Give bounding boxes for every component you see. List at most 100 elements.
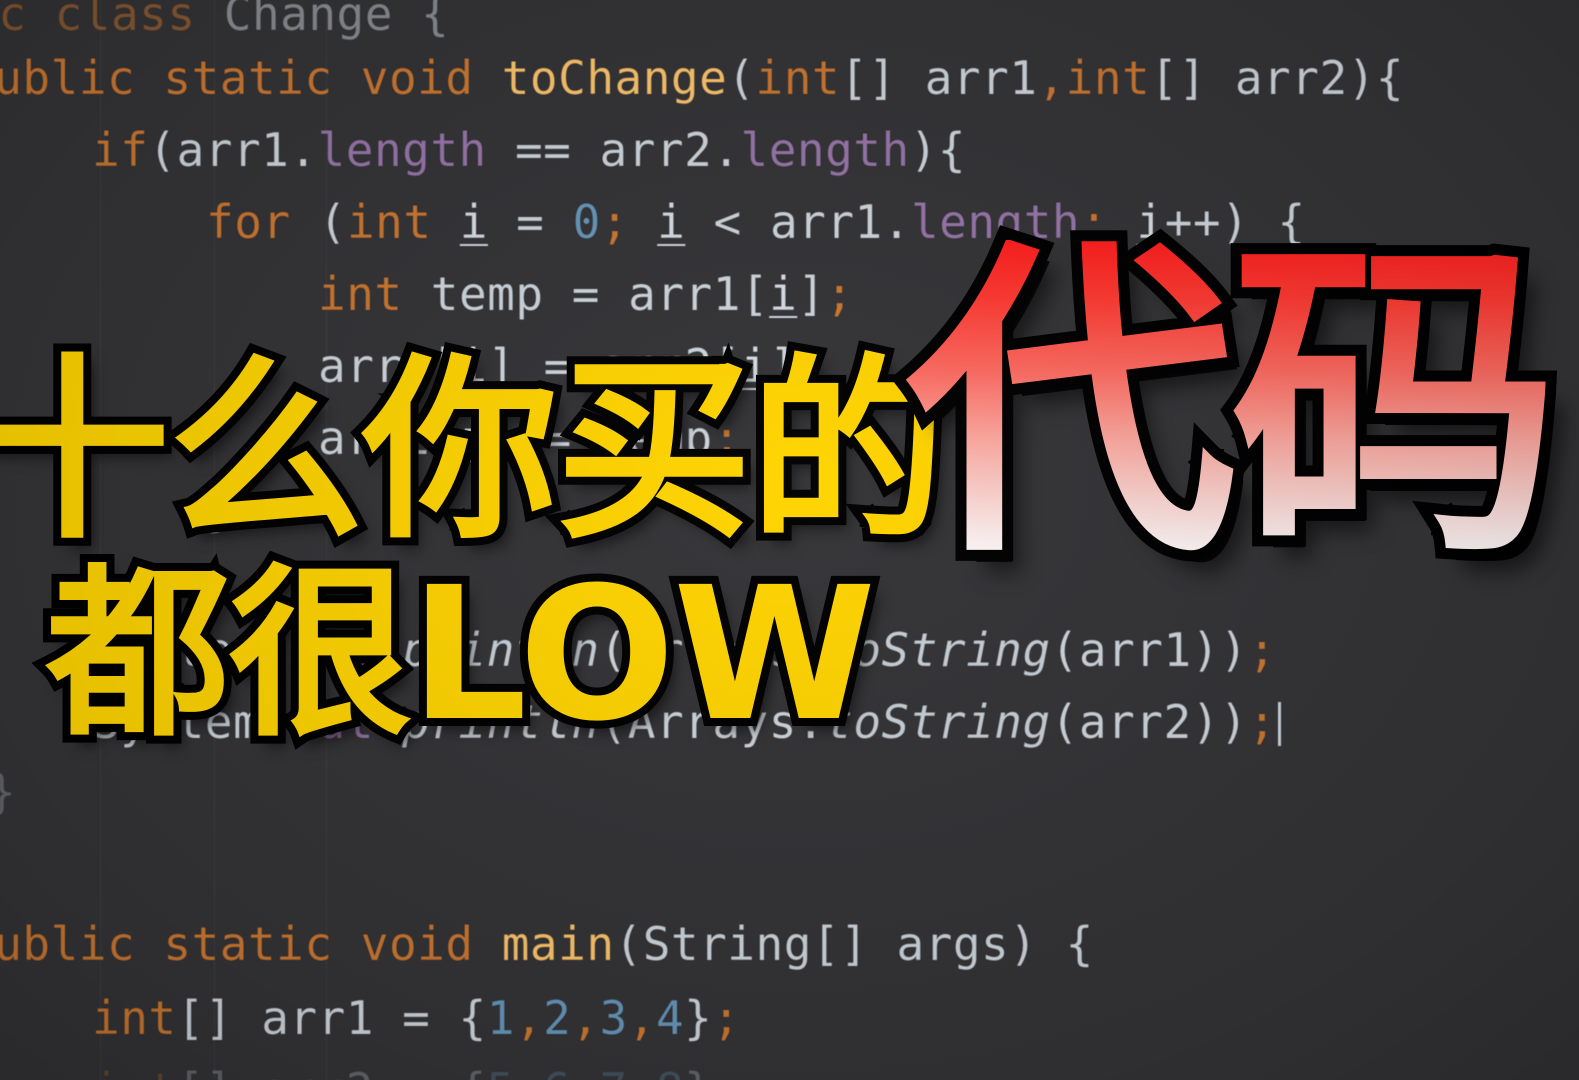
code-token: println: [402, 695, 600, 749]
video-frame: ic class Change {public static void toCh…: [0, 0, 1579, 1080]
code-token: =: [487, 195, 573, 249]
code-token: }: [684, 991, 713, 1045]
code-token: arr2 = {: [261, 1063, 487, 1080]
code-token: (: [318, 195, 347, 249]
code-token: main: [501, 917, 615, 971]
code-token: for: [206, 195, 319, 249]
code-token: System.: [92, 623, 290, 677]
code-token: 2: [543, 991, 572, 1045]
code-token: []: [177, 1063, 262, 1080]
code-token: ;: [797, 339, 826, 393]
line-print-arr1: System.out.println(Arrays.toString(arr1)…: [92, 614, 1276, 686]
code-token: ;: [1248, 695, 1277, 749]
code-token: ,: [627, 991, 656, 1045]
code-token: arr2: [599, 123, 713, 177]
code-token: .: [289, 123, 318, 177]
code-token: .: [373, 695, 403, 749]
code-token: println: [402, 623, 600, 677]
line-arr1-init: int[] arr1 = {1,2,3,4};: [92, 982, 741, 1054]
code-token: class: [54, 0, 224, 41]
code-token: }: [684, 1063, 712, 1080]
code-token: (: [599, 695, 628, 749]
code-token: <: [685, 195, 770, 249]
code-token: ,: [571, 991, 600, 1045]
code-token: arr1 = {: [261, 991, 487, 1045]
code-token: 3: [599, 991, 628, 1045]
code-token: i: [458, 339, 488, 393]
line-close-for: }: [206, 474, 234, 546]
code-token: ]: [769, 339, 798, 393]
code-token: length: [317, 123, 487, 177]
code-token: Arrays.: [627, 695, 826, 749]
code-token: i: [458, 411, 488, 465]
code-token: 5: [487, 1063, 515, 1080]
code-token: .: [882, 195, 911, 249]
line-temp-assign: int temp = arr1[i];: [318, 258, 854, 330]
code-token: arr2[: [318, 411, 459, 465]
code-token: 4: [655, 991, 685, 1045]
code-token: ,: [571, 1063, 599, 1080]
code-token: (arr2)): [1050, 695, 1249, 749]
code-editor-background: ic class Change {public static void toCh…: [0, 0, 1579, 1080]
code-token: i: [657, 195, 686, 249]
code-token: int: [346, 195, 460, 249]
code-token: .: [712, 123, 741, 177]
code-token: ;: [712, 411, 741, 465]
code-token: ;: [1080, 195, 1137, 249]
code-token: ++: [1164, 195, 1222, 249]
code-token: ,: [514, 991, 544, 1045]
code-token: 7: [600, 1063, 628, 1080]
code-token: static: [163, 917, 361, 971]
code-token: static: [163, 51, 361, 105]
code-token: length: [740, 123, 910, 177]
code-token: 6: [543, 1063, 571, 1080]
code-token: void: [360, 917, 502, 971]
code-token: ] = temp: [487, 411, 713, 465]
code-token: []: [176, 991, 262, 1045]
code-token: arr1[: [318, 339, 459, 393]
code-token: }: [92, 555, 121, 609]
code-token: ==: [486, 123, 600, 177]
code-token: toString: [825, 623, 1051, 677]
code-token: []: [1150, 51, 1235, 105]
code-token: String[] args: [642, 917, 1010, 971]
code-token: ]: [797, 267, 826, 321]
code-token: ;: [712, 991, 741, 1045]
code-token: toString: [825, 695, 1051, 749]
code-token: Change {: [223, 0, 450, 41]
line-close-method: }: [0, 756, 16, 828]
code-token: ;: [712, 1063, 740, 1080]
line-if-length-compare: if(arr1.length == arr2.length){: [92, 114, 966, 186]
code-token: }: [0, 765, 16, 819]
code-token: public: [0, 51, 136, 105]
line-arr1-swap: arr1[i] = arr2[i];: [318, 330, 826, 402]
code-token: ) {: [1009, 917, 1094, 971]
code-token: (: [599, 623, 628, 677]
code-token: ,: [1037, 51, 1066, 105]
code-token: System.: [92, 695, 290, 749]
code-token: ;: [600, 195, 658, 249]
code-token: void: [360, 51, 502, 105]
code-token: length: [910, 195, 1081, 249]
code-token: []: [840, 51, 925, 105]
code-token: arr1: [176, 123, 290, 177]
code-token: .: [373, 623, 403, 677]
code-token: i: [740, 339, 770, 393]
code-token: out: [289, 623, 374, 677]
code-token: Arrays.: [627, 623, 826, 677]
code-token: ;: [825, 267, 854, 321]
code-token: int: [1065, 51, 1151, 105]
code-token: 8: [656, 1063, 684, 1080]
code-token: ){: [1347, 51, 1405, 105]
line-arr2-init: int[] arr2 = {5,6,7,8};: [92, 1054, 741, 1080]
code-token: public: [0, 917, 136, 971]
code-token: ){: [909, 123, 967, 177]
code-token: int: [92, 991, 177, 1045]
code-token: ,: [515, 1063, 543, 1080]
code-token: i: [769, 267, 798, 321]
line-close-if: }: [92, 546, 120, 618]
code-token: ic: [0, 0, 27, 41]
code-token: toChange: [501, 51, 728, 105]
line-print-arr2: System.out.println(Arrays.toString(arr2)…: [92, 686, 1282, 758]
line-tochange-signature: public static void toChange(int[] arr1,i…: [0, 42, 1404, 114]
